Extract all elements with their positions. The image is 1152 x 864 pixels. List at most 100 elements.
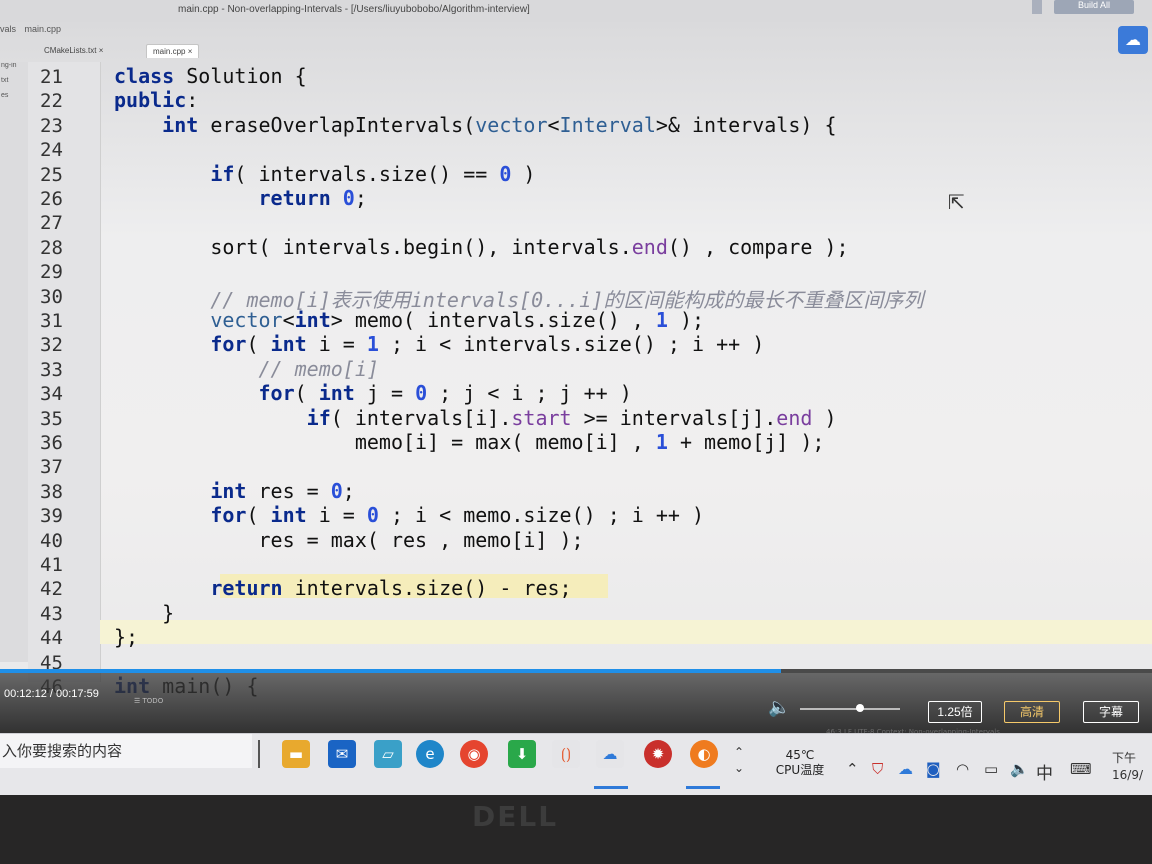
code-line[interactable]: if( intervals[i].start >= intervals[j].e…	[114, 406, 837, 430]
app-tray-icon[interactable]: ◙	[926, 760, 941, 778]
baidu-netdisk-icon[interactable]: ☁	[596, 740, 624, 768]
cpu-temp-value: 45℃	[785, 748, 815, 762]
line-number: 43	[40, 602, 63, 625]
code-line[interactable]: for( int j = 0 ; j < i ; j ++ )	[114, 381, 632, 405]
code-line[interactable]: memo[i] = max( memo[i] , 1 + memo[j] );	[114, 430, 825, 454]
todo-label[interactable]: ☰ TODO	[134, 697, 163, 705]
taskbar-search-input[interactable]: 入你要搜索的内容	[0, 734, 252, 768]
cpu-temp-label: CPU温度	[775, 763, 825, 777]
code-line[interactable]: // memo[i]	[114, 357, 379, 381]
keyboard-icon[interactable]: ⌨	[1070, 760, 1092, 778]
mail-icon[interactable]: ✉	[328, 740, 356, 768]
line-number: 35	[40, 407, 63, 430]
line-number: 29	[40, 261, 63, 284]
code-line[interactable]: res = max( res , memo[i] );	[114, 528, 583, 552]
code-editor[interactable]: class Solution {public: int eraseOverlap…	[100, 62, 1152, 698]
edge-browser-icon[interactable]: e	[416, 740, 444, 768]
line-number: 33	[40, 358, 63, 381]
firefox-browser-icon[interactable]: ◐	[690, 740, 718, 768]
sidebar-item[interactable]: ng-in	[1, 62, 28, 69]
code-line[interactable]: public:	[114, 88, 198, 112]
notes-icon[interactable]: ▱	[374, 740, 402, 768]
line-number: 37	[40, 456, 63, 479]
code-line[interactable]: }	[114, 601, 174, 625]
taskbar-divider	[258, 740, 260, 768]
tab-label: main.cpp	[153, 47, 186, 56]
line-number: 39	[40, 505, 63, 528]
subtitle-button[interactable]: 字幕	[1083, 701, 1139, 723]
netdisk-tray-icon[interactable]: ☁	[898, 760, 913, 778]
windows-taskbar: 入你要搜索的内容 ▬ ✉ ▱ e ◉ ⬇ ⟮⟯ ☁ ✹ ◐ ⌃ ⌄ 45℃ CPU…	[0, 733, 1152, 795]
line-number: 30	[40, 285, 63, 308]
active-app-indicator	[686, 786, 720, 789]
code-line[interactable]: };	[114, 625, 138, 649]
app-icon[interactable]: ✹	[644, 740, 672, 768]
monitor-bezel	[0, 795, 1152, 864]
line-number: 42	[40, 578, 63, 601]
breadcrumb: vals main.cpp	[0, 24, 300, 40]
line-number: 34	[40, 383, 63, 406]
code-line[interactable]: return 0;	[114, 186, 367, 210]
line-number: 24	[40, 139, 63, 162]
volume-slider[interactable]	[800, 708, 900, 710]
speed-button[interactable]: 1.25倍	[928, 701, 982, 723]
editor-tabs: CMakeLists.txt × main.cpp ×	[0, 42, 1152, 60]
line-number: 25	[40, 163, 63, 186]
active-app-indicator	[594, 786, 628, 789]
code-line[interactable]: int res = 0;	[114, 479, 355, 503]
line-number: 36	[40, 432, 63, 454]
code-line[interactable]: vector<int> memo( intervals.size() , 1 )…	[114, 308, 704, 332]
code-line[interactable]: for( int i = 0 ; i < memo.size() ; i ++ …	[114, 503, 704, 527]
tab-label: CMakeLists.txt	[44, 46, 97, 55]
build-all-button[interactable]: Build All	[1054, 0, 1134, 14]
line-number: 44	[40, 627, 63, 650]
tab-cmakelists[interactable]: CMakeLists.txt ×	[38, 44, 109, 57]
monitor-screen: main.cpp - Non-overlapping-Intervals - […	[0, 0, 1152, 795]
volume-knob[interactable]	[856, 704, 864, 712]
line-number: 22	[40, 90, 63, 113]
window-title: main.cpp - Non-overlapping-Intervals - […	[178, 4, 530, 15]
battery-icon[interactable]: ▭	[984, 760, 998, 778]
mouse-cursor-icon: ⇱	[948, 190, 965, 214]
speaker-icon[interactable]: 🔈	[1010, 760, 1029, 778]
breadcrumb-project[interactable]: vals	[0, 24, 16, 34]
line-number: 28	[40, 236, 63, 259]
current-line-highlight	[100, 620, 1152, 644]
breadcrumb-file[interactable]: main.cpp	[25, 24, 62, 34]
taskbar-clock[interactable]: 下午 16/9/	[1112, 750, 1143, 784]
code-line[interactable]: int eraseOverlapIntervals(vector<Interva…	[114, 113, 836, 137]
line-number: 21	[40, 66, 63, 88]
sidebar-item[interactable]: txt	[1, 77, 28, 84]
line-number: 32	[40, 334, 63, 357]
code-line[interactable]: return intervals.size() - res;	[114, 576, 571, 600]
code-line[interactable]: for( int i = 1 ; i < intervals.size() ; …	[114, 332, 764, 356]
sidebar-item[interactable]: es	[1, 92, 28, 99]
pdf-reader-icon[interactable]: ⬇	[508, 740, 536, 768]
volume-icon[interactable]: 🔈	[768, 697, 790, 718]
line-number: 27	[40, 212, 63, 235]
toolbar-icon[interactable]	[1032, 0, 1042, 14]
code-line[interactable]: if( intervals.size() == 0 )	[114, 162, 535, 186]
dell-logo: DELL	[472, 800, 559, 833]
todo-text: TODO	[142, 697, 164, 705]
line-number: 40	[40, 529, 63, 552]
code-line[interactable]: sort( intervals.begin(), intervals.end()…	[114, 235, 848, 259]
tray-expand-icon[interactable]: ⌃	[846, 760, 859, 778]
ime-indicator[interactable]: 中	[1036, 759, 1053, 784]
line-number: 38	[40, 480, 63, 503]
line-number: 26	[40, 188, 63, 210]
screenshot-tool-icon[interactable]: ⟮⟯	[552, 740, 580, 768]
line-number: 23	[40, 114, 63, 137]
tab-main-cpp[interactable]: main.cpp ×	[146, 44, 200, 58]
chrome-browser-icon[interactable]: ◉	[460, 740, 488, 768]
file-explorer-icon[interactable]: ▬	[282, 740, 310, 768]
code-line[interactable]: class Solution {	[114, 64, 307, 88]
clock-time: 下午	[1112, 751, 1137, 765]
wifi-icon[interactable]: ◠	[956, 760, 969, 778]
cpu-temperature: 45℃ CPU温度	[770, 748, 830, 778]
taskbar-scroll-arrows[interactable]: ⌃ ⌄	[734, 744, 744, 776]
project-sidebar: ng-in txt es	[0, 62, 28, 662]
quality-button[interactable]: 高清	[1004, 701, 1060, 723]
security-shield-icon[interactable]: ⛉	[872, 760, 883, 778]
cloud-icon[interactable]: ☁	[1118, 26, 1148, 54]
